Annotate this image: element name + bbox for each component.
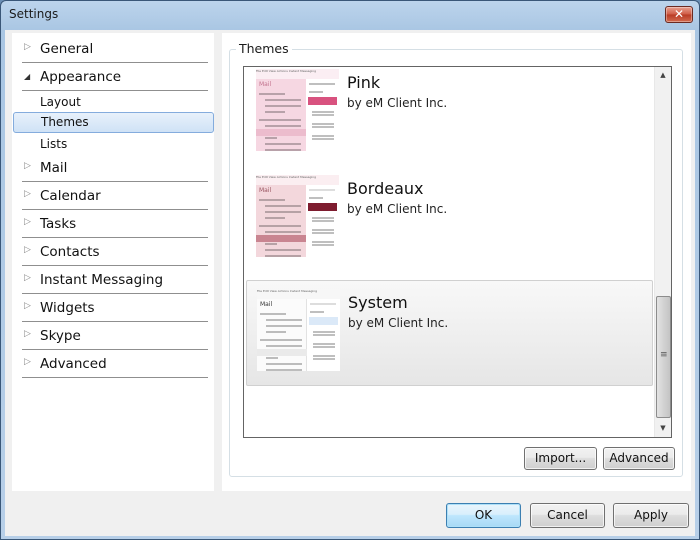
apply-button[interactable]: Apply <box>613 503 689 528</box>
nav-item-label: Instant Messaging <box>40 272 164 288</box>
nav-item-widgets[interactable]: ▷ Widgets <box>22 294 208 322</box>
thumb-message-list <box>307 299 340 371</box>
nav-item-general[interactable]: ▷ General <box>22 35 208 63</box>
scroll-up-arrow-icon[interactable]: ▲ <box>655 67 671 84</box>
theme-author: by eM Client Inc. <box>347 96 448 110</box>
theme-preview-thumbnail: File Edit View Actions Instant Messaging… <box>256 175 339 257</box>
nav-subitem-lists[interactable]: Lists <box>12 134 214 155</box>
close-icon: ✕ <box>673 7 685 21</box>
nav-item-label: Contacts <box>40 244 100 260</box>
nav-subitem-label: Layout <box>40 95 81 109</box>
themes-list-scrollbar[interactable]: ▲ ≡ ▼ <box>654 67 671 437</box>
import-button[interactable]: Import... <box>524 447 597 470</box>
thumb-folder-pane: Mail <box>257 299 307 371</box>
nav-item-advanced[interactable]: ▷ Advanced <box>22 350 208 378</box>
nav-item-contacts[interactable]: ▷ Contacts <box>22 238 208 266</box>
expand-arrow-icon[interactable]: ▷ <box>24 161 31 171</box>
title-bar[interactable]: Settings ✕ <box>1 1 699 29</box>
nav-item-label: Advanced <box>40 356 107 372</box>
theme-author: by eM Client Inc. <box>347 202 448 216</box>
window-title: Settings <box>9 7 59 21</box>
thumb-mail-label: Mail <box>260 301 273 308</box>
expand-arrow-icon[interactable]: ▷ <box>24 357 31 367</box>
themes-list[interactable]: File Edit View Actions Instant Messaging… <box>243 66 672 438</box>
thumb-folder-pane: Mail <box>256 185 306 257</box>
expand-arrow-icon[interactable]: ▷ <box>24 217 31 227</box>
nav-item-calendar[interactable]: ▷ Calendar <box>22 182 208 210</box>
themes-panel: Themes File Edit View Actions Instant Me… <box>222 33 691 491</box>
grip-icon: ≡ <box>660 350 668 360</box>
nav-item-appearance[interactable]: ◢ Appearance <box>22 63 208 91</box>
nav-item-label: Skype <box>40 328 81 344</box>
theme-item-system[interactable]: File Edit View Actions Instant Messaging… <box>246 280 653 386</box>
close-button[interactable]: ✕ <box>665 6 693 23</box>
settings-nav-tree: ▷ General ◢ Appearance Layout Themes Lis… <box>12 33 214 491</box>
cancel-button[interactable]: Cancel <box>530 503 605 528</box>
scrollbar-thumb[interactable]: ≡ <box>656 296 671 418</box>
nav-item-label: Calendar <box>40 188 101 204</box>
theme-author: by eM Client Inc. <box>348 316 449 330</box>
theme-preview-thumbnail: File Edit View Actions Instant Messaging… <box>257 289 340 371</box>
nav-item-skype[interactable]: ▷ Skype <box>22 322 208 350</box>
theme-item-bordeaux[interactable]: File Edit View Actions Instant Messaging… <box>246 167 653 273</box>
settings-window: Settings ✕ ▷ General ◢ Appearance Layout… <box>0 0 700 540</box>
nav-subitem-themes[interactable]: Themes <box>13 112 214 133</box>
ok-button[interactable]: OK <box>446 503 521 528</box>
thumb-menubar: File Edit View Actions Instant Messaging <box>256 175 339 185</box>
theme-name: System <box>348 293 408 312</box>
expand-arrow-icon[interactable]: ▷ <box>24 42 31 52</box>
nav-item-label: Tasks <box>40 216 77 232</box>
theme-name: Pink <box>347 73 381 92</box>
nav-item-tasks[interactable]: ▷ Tasks <box>22 210 208 238</box>
thumb-menubar: File Edit View Actions Instant Messaging <box>256 69 339 79</box>
thumb-message-list <box>306 185 339 257</box>
thumb-mail-label: Mail <box>259 81 272 88</box>
nav-subitem-label: Lists <box>40 137 68 151</box>
nav-item-mail[interactable]: ▷ Mail <box>22 154 208 182</box>
expand-arrow-icon[interactable]: ▷ <box>24 189 31 199</box>
theme-item-pink[interactable]: File Edit View Actions Instant Messaging… <box>246 67 653 167</box>
expand-arrow-icon[interactable]: ▷ <box>24 245 31 255</box>
expand-arrow-icon[interactable]: ▷ <box>24 301 31 311</box>
thumb-message-list <box>306 79 339 151</box>
scroll-down-arrow-icon[interactable]: ▼ <box>655 420 671 437</box>
nav-subitem-label: Themes <box>41 115 89 129</box>
thumb-folder-pane: Mail <box>256 79 306 151</box>
nav-item-label: Mail <box>40 160 68 176</box>
collapse-arrow-icon[interactable]: ◢ <box>24 72 30 81</box>
thumb-mail-label: Mail <box>259 187 272 194</box>
expand-arrow-icon[interactable]: ▷ <box>24 273 31 283</box>
nav-item-label: General <box>40 41 94 57</box>
theme-preview-thumbnail: File Edit View Actions Instant Messaging… <box>256 69 339 151</box>
advanced-button[interactable]: Advanced <box>603 447 675 470</box>
themes-group-title: Themes <box>236 41 292 56</box>
expand-arrow-icon[interactable]: ▷ <box>24 329 31 339</box>
dialog-client-area: ▷ General ◢ Appearance Layout Themes Lis… <box>5 30 695 536</box>
thumb-menubar: File Edit View Actions Instant Messaging <box>257 289 340 299</box>
theme-name: Bordeaux <box>347 179 424 198</box>
nav-subitem-layout[interactable]: Layout <box>12 92 214 113</box>
nav-item-label: Appearance <box>40 69 122 85</box>
nav-item-instant-messaging[interactable]: ▷ Instant Messaging <box>22 266 208 294</box>
nav-item-label: Widgets <box>40 300 95 316</box>
